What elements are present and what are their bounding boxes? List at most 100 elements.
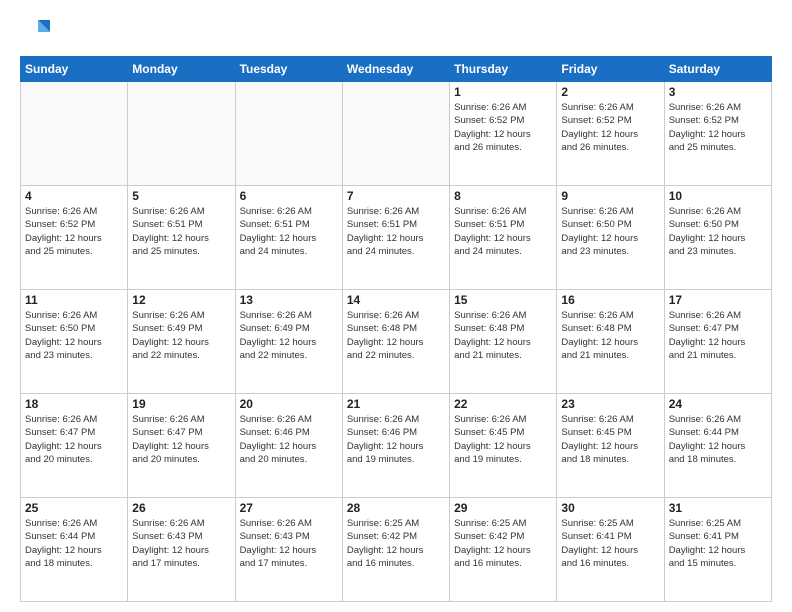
calendar-day-cell: 22 Sunrise: 6:26 AM Sunset: 6:45 PM Dayli… [450, 394, 557, 498]
day-info: Sunrise: 6:26 AM Sunset: 6:43 PM Dayligh… [132, 517, 230, 570]
day-info: Sunrise: 6:26 AM Sunset: 6:48 PM Dayligh… [454, 309, 552, 362]
day-number: 23 [561, 397, 659, 411]
day-info: Sunrise: 6:26 AM Sunset: 6:45 PM Dayligh… [561, 413, 659, 466]
day-info: Sunrise: 6:26 AM Sunset: 6:48 PM Dayligh… [561, 309, 659, 362]
calendar-day-cell: 17 Sunrise: 6:26 AM Sunset: 6:47 PM Dayli… [664, 290, 771, 394]
day-info: Sunrise: 6:26 AM Sunset: 6:45 PM Dayligh… [454, 413, 552, 466]
day-number: 18 [25, 397, 123, 411]
day-of-week-header: Monday [128, 57, 235, 82]
day-of-week-header: Friday [557, 57, 664, 82]
calendar-day-cell: 15 Sunrise: 6:26 AM Sunset: 6:48 PM Dayli… [450, 290, 557, 394]
calendar-day-cell: 30Sunrise: 6:25 AM Sunset: 6:41 PM Dayli… [557, 498, 664, 602]
day-number: 4 [25, 189, 123, 203]
calendar-day-cell [128, 82, 235, 186]
day-info: Sunrise: 6:26 AM Sunset: 6:50 PM Dayligh… [25, 309, 123, 362]
calendar-day-cell: 24 Sunrise: 6:26 AM Sunset: 6:44 PM Dayli… [664, 394, 771, 498]
day-info: Sunrise: 6:26 AM Sunset: 6:48 PM Dayligh… [347, 309, 445, 362]
day-number: 30 [561, 501, 659, 515]
day-info: Sunrise: 6:26 AM Sunset: 6:50 PM Dayligh… [669, 205, 767, 258]
day-info: Sunrise: 6:25 AM Sunset: 6:42 PM Dayligh… [347, 517, 445, 570]
calendar-week-row: 11 Sunrise: 6:26 AM Sunset: 6:50 PM Dayli… [21, 290, 772, 394]
day-number: 5 [132, 189, 230, 203]
day-of-week-header: Thursday [450, 57, 557, 82]
day-number: 15 [454, 293, 552, 307]
day-info: Sunrise: 6:26 AM Sunset: 6:51 PM Dayligh… [454, 205, 552, 258]
calendar-week-row: 1Sunrise: 6:26 AM Sunset: 6:52 PM Daylig… [21, 82, 772, 186]
day-number: 10 [669, 189, 767, 203]
calendar-day-cell: 31 Sunrise: 6:25 AM Sunset: 6:41 PM Dayli… [664, 498, 771, 602]
calendar-day-cell: 18 Sunrise: 6:26 AM Sunset: 6:47 PM Dayli… [21, 394, 128, 498]
calendar-day-cell: 7Sunrise: 6:26 AM Sunset: 6:51 PM Daylig… [342, 186, 449, 290]
calendar-week-row: 25 Sunrise: 6:26 AM Sunset: 6:44 PM Dayli… [21, 498, 772, 602]
day-info: Sunrise: 6:25 AM Sunset: 6:42 PM Dayligh… [454, 517, 552, 570]
day-info: Sunrise: 6:26 AM Sunset: 6:50 PM Dayligh… [561, 205, 659, 258]
calendar-day-cell: 12 Sunrise: 6:26 AM Sunset: 6:49 PM Dayli… [128, 290, 235, 394]
calendar-day-cell: 2 Sunrise: 6:26 AM Sunset: 6:52 PM Daylig… [557, 82, 664, 186]
calendar-day-cell: 19 Sunrise: 6:26 AM Sunset: 6:47 PM Dayli… [128, 394, 235, 498]
day-number: 8 [454, 189, 552, 203]
day-number: 7 [347, 189, 445, 203]
day-number: 13 [240, 293, 338, 307]
day-info: Sunrise: 6:26 AM Sunset: 6:52 PM Dayligh… [669, 101, 767, 154]
calendar-day-cell: 3 Sunrise: 6:26 AM Sunset: 6:52 PM Daylig… [664, 82, 771, 186]
day-number: 31 [669, 501, 767, 515]
calendar-week-row: 18 Sunrise: 6:26 AM Sunset: 6:47 PM Dayli… [21, 394, 772, 498]
day-info: Sunrise: 6:26 AM Sunset: 6:49 PM Dayligh… [132, 309, 230, 362]
day-info: Sunrise: 6:26 AM Sunset: 6:52 PM Dayligh… [561, 101, 659, 154]
day-of-week-header: Tuesday [235, 57, 342, 82]
calendar-header-row: SundayMondayTuesdayWednesdayThursdayFrid… [21, 57, 772, 82]
day-info: Sunrise: 6:26 AM Sunset: 6:43 PM Dayligh… [240, 517, 338, 570]
day-info: Sunrise: 6:25 AM Sunset: 6:41 PM Dayligh… [669, 517, 767, 570]
calendar-day-cell [21, 82, 128, 186]
day-number: 16 [561, 293, 659, 307]
calendar-day-cell: 4 Sunrise: 6:26 AM Sunset: 6:52 PM Daylig… [21, 186, 128, 290]
calendar-day-cell: 23 Sunrise: 6:26 AM Sunset: 6:45 PM Dayli… [557, 394, 664, 498]
day-number: 22 [454, 397, 552, 411]
day-number: 24 [669, 397, 767, 411]
day-number: 12 [132, 293, 230, 307]
day-number: 17 [669, 293, 767, 307]
day-info: Sunrise: 6:26 AM Sunset: 6:44 PM Dayligh… [25, 517, 123, 570]
day-of-week-header: Saturday [664, 57, 771, 82]
day-info: Sunrise: 6:26 AM Sunset: 6:47 PM Dayligh… [132, 413, 230, 466]
calendar-day-cell: 29 Sunrise: 6:25 AM Sunset: 6:42 PM Dayli… [450, 498, 557, 602]
calendar-day-cell: 9Sunrise: 6:26 AM Sunset: 6:50 PM Daylig… [557, 186, 664, 290]
calendar-day-cell: 5 Sunrise: 6:26 AM Sunset: 6:51 PM Daylig… [128, 186, 235, 290]
day-number: 28 [347, 501, 445, 515]
day-number: 21 [347, 397, 445, 411]
day-number: 29 [454, 501, 552, 515]
day-info: Sunrise: 6:26 AM Sunset: 6:46 PM Dayligh… [240, 413, 338, 466]
day-info: Sunrise: 6:26 AM Sunset: 6:46 PM Dayligh… [347, 413, 445, 466]
day-info: Sunrise: 6:26 AM Sunset: 6:52 PM Dayligh… [454, 101, 552, 154]
calendar-day-cell: 13 Sunrise: 6:26 AM Sunset: 6:49 PM Dayli… [235, 290, 342, 394]
day-number: 25 [25, 501, 123, 515]
day-info: Sunrise: 6:26 AM Sunset: 6:49 PM Dayligh… [240, 309, 338, 362]
calendar-day-cell: 21 Sunrise: 6:26 AM Sunset: 6:46 PM Dayli… [342, 394, 449, 498]
logo [20, 16, 54, 46]
day-info: Sunrise: 6:26 AM Sunset: 6:51 PM Dayligh… [240, 205, 338, 258]
day-number: 11 [25, 293, 123, 307]
calendar-day-cell: 6 Sunrise: 6:26 AM Sunset: 6:51 PM Daylig… [235, 186, 342, 290]
calendar-day-cell: 27Sunrise: 6:26 AM Sunset: 6:43 PM Dayli… [235, 498, 342, 602]
day-info: Sunrise: 6:26 AM Sunset: 6:51 PM Dayligh… [132, 205, 230, 258]
calendar-day-cell: 16 Sunrise: 6:26 AM Sunset: 6:48 PM Dayli… [557, 290, 664, 394]
day-number: 2 [561, 85, 659, 99]
day-of-week-header: Sunday [21, 57, 128, 82]
day-number: 19 [132, 397, 230, 411]
page: SundayMondayTuesdayWednesdayThursdayFrid… [0, 0, 792, 612]
day-info: Sunrise: 6:26 AM Sunset: 6:44 PM Dayligh… [669, 413, 767, 466]
day-info: Sunrise: 6:26 AM Sunset: 6:47 PM Dayligh… [25, 413, 123, 466]
calendar-day-cell: 1Sunrise: 6:26 AM Sunset: 6:52 PM Daylig… [450, 82, 557, 186]
calendar-day-cell: 11 Sunrise: 6:26 AM Sunset: 6:50 PM Dayli… [21, 290, 128, 394]
day-of-week-header: Wednesday [342, 57, 449, 82]
day-info: Sunrise: 6:26 AM Sunset: 6:52 PM Dayligh… [25, 205, 123, 258]
calendar-day-cell: 14Sunrise: 6:26 AM Sunset: 6:48 PM Dayli… [342, 290, 449, 394]
calendar-day-cell: 20Sunrise: 6:26 AM Sunset: 6:46 PM Dayli… [235, 394, 342, 498]
calendar-day-cell [235, 82, 342, 186]
day-number: 6 [240, 189, 338, 203]
calendar-day-cell: 26Sunrise: 6:26 AM Sunset: 6:43 PM Dayli… [128, 498, 235, 602]
calendar-day-cell: 28 Sunrise: 6:25 AM Sunset: 6:42 PM Dayli… [342, 498, 449, 602]
day-info: Sunrise: 6:26 AM Sunset: 6:47 PM Dayligh… [669, 309, 767, 362]
day-number: 3 [669, 85, 767, 99]
calendar-day-cell: 8 Sunrise: 6:26 AM Sunset: 6:51 PM Daylig… [450, 186, 557, 290]
